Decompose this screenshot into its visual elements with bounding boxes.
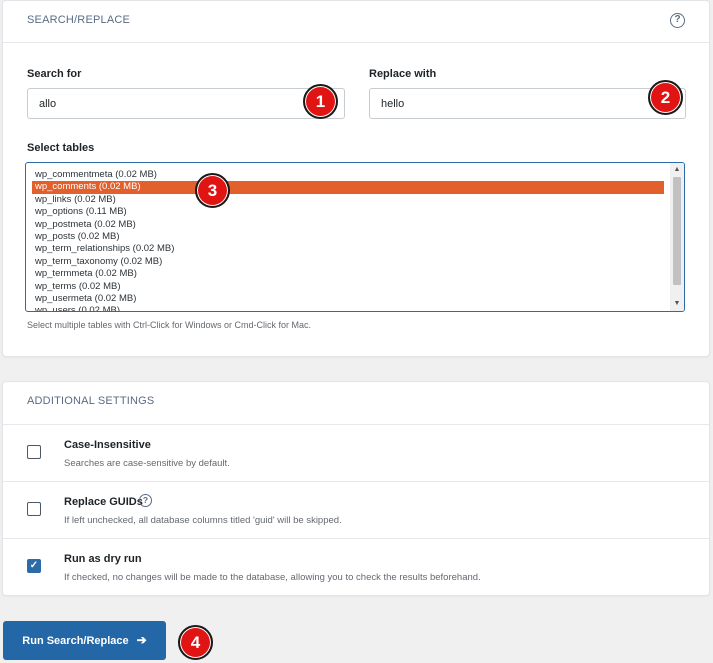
help-icon[interactable]: ? [139,494,152,507]
setting-title: Case-Insensitive [64,439,151,451]
setting-title: Run as dry run [64,553,142,565]
case-insensitive-checkbox[interactable] [27,445,41,459]
table-option[interactable]: wp_links (0.02 MB) [32,194,664,206]
table-option[interactable]: wp_commentmeta (0.02 MB) [32,169,664,181]
setting-dry-run: ✓ Run as dry run If checked, no changes … [3,538,709,595]
annotation-badge-1: 1 [303,84,338,119]
tables-select[interactable]: wp_commentmeta (0.02 MB) wp_comments (0.0… [25,162,685,312]
table-option[interactable]: wp_terms (0.02 MB) [32,281,664,293]
tables-label: Select tables [27,142,95,154]
setting-description: Searches are case-sensitive by default. [64,458,230,469]
scroll-thumb[interactable] [673,177,681,285]
tables-scrollbar[interactable]: ▲ ▼ [670,163,684,311]
run-button-label: Run Search/Replace [22,635,129,647]
search-label: Search for [27,68,82,80]
table-option[interactable]: wp_postmeta (0.02 MB) [32,219,664,231]
setting-replace-guids: Replace GUIDs ? If left unchecked, all d… [3,481,709,538]
annotation-badge-4: 4 [178,625,213,660]
replace-input[interactable] [369,88,686,119]
table-option[interactable]: wp_term_taxonomy (0.02 MB) [32,256,664,268]
tables-list: wp_commentmeta (0.02 MB) wp_comments (0.0… [26,163,664,311]
settings-header: ADDITIONAL SETTINGS [3,382,709,424]
replace-label: Replace with [369,68,437,80]
panel-header: SEARCH/REPLACE ? [3,1,709,43]
table-option[interactable]: wp_posts (0.02 MB) [32,231,664,243]
table-option[interactable]: wp_options (0.11 MB) [32,206,664,218]
settings-title: ADDITIONAL SETTINGS [27,395,155,407]
search-input[interactable] [27,88,345,119]
annotation-badge-3: 3 [195,173,230,208]
scroll-down-icon[interactable]: ▼ [670,298,684,310]
table-option[interactable]: wp_users (0.02 MB) [32,305,664,311]
table-option[interactable]: wp_termmeta (0.02 MB) [32,268,664,280]
scroll-up-icon[interactable]: ▲ [670,164,684,176]
setting-description: If checked, no changes will be made to t… [64,572,481,583]
additional-settings-panel: ADDITIONAL SETTINGS Case-Insensitive Sea… [2,381,710,596]
table-option[interactable]: wp_comments (0.02 MB) [32,181,664,194]
setting-description: If left unchecked, all database columns … [64,515,342,526]
table-option[interactable]: wp_term_relationships (0.02 MB) [32,243,664,255]
run-search-replace-button[interactable]: Run Search/Replace ➔ [3,621,166,660]
tables-hint: Select multiple tables with Ctrl-Click f… [27,320,312,330]
setting-case-insensitive: Case-Insensitive Searches are case-sensi… [3,424,709,481]
annotation-badge-2: 2 [648,80,683,115]
dry-run-checkbox[interactable]: ✓ [27,559,41,573]
setting-title: Replace GUIDs [64,496,143,508]
table-option[interactable]: wp_usermeta (0.02 MB) [32,293,664,305]
help-icon[interactable]: ? [670,13,685,28]
replace-guids-checkbox[interactable] [27,502,41,516]
panel-title: SEARCH/REPLACE [27,14,131,26]
arrow-right-icon: ➔ [136,633,147,647]
